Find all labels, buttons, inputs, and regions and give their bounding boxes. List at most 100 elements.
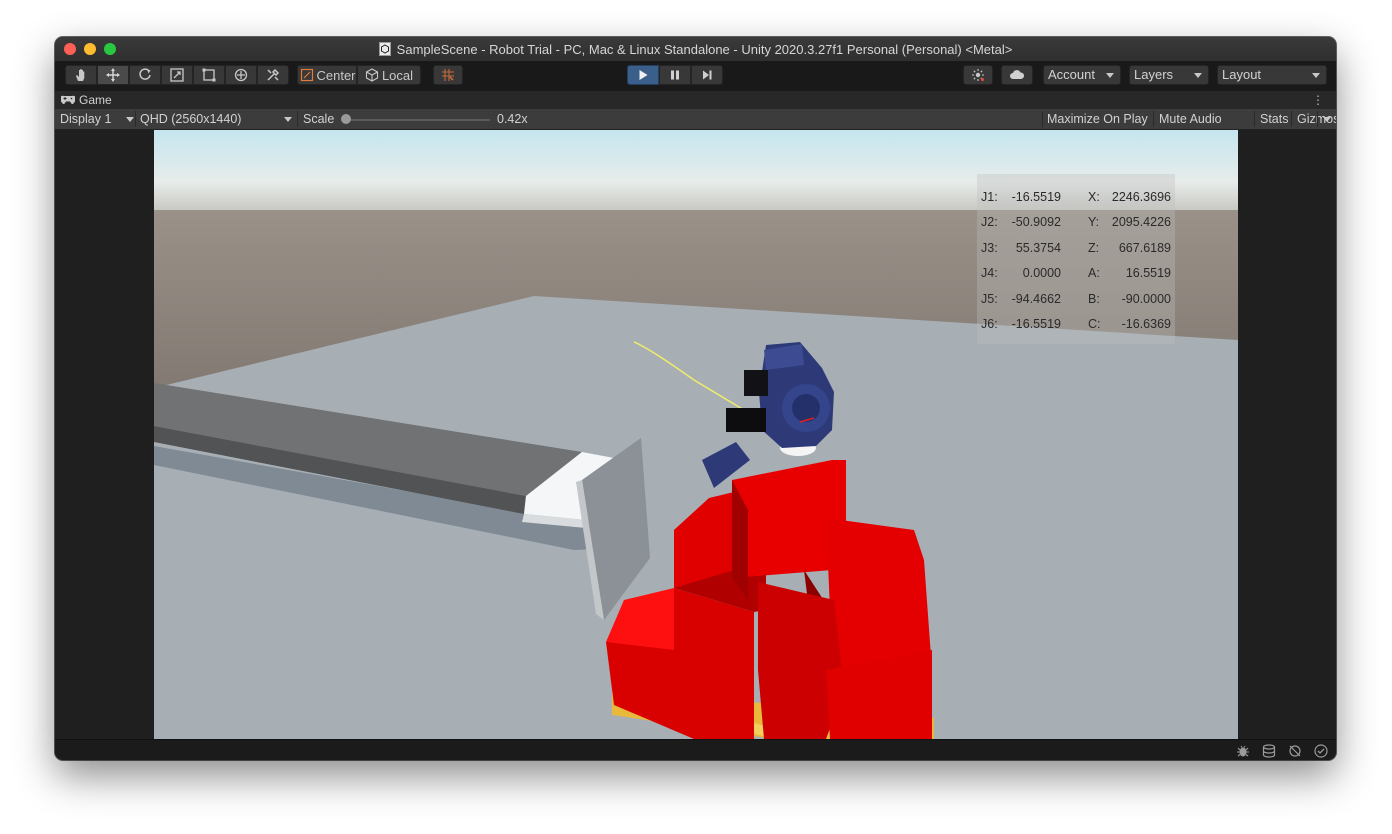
pivot-rotation-label: Local bbox=[381, 67, 414, 83]
robot-joint bbox=[792, 394, 820, 422]
game-view[interactable]: J1: -16.5519 X: 2246.3696 J2: -50.9092 Y… bbox=[55, 130, 1336, 739]
divider bbox=[1254, 111, 1255, 127]
layers-label: Layers bbox=[1134, 67, 1174, 82]
divider bbox=[135, 111, 136, 127]
joint-label: J3: bbox=[981, 241, 998, 255]
transform-icon bbox=[234, 68, 248, 82]
scale-value: 0.42x bbox=[497, 112, 528, 126]
pivot-mode-toggle[interactable]: Center bbox=[297, 65, 357, 85]
main-toolbar: Center Local Account Layers Layout bbox=[55, 61, 1336, 91]
title-container: SampleScene - Robot Trial - PC, Mac & Li… bbox=[55, 37, 1336, 61]
gizmos-dropdown-icon[interactable] bbox=[1323, 117, 1331, 122]
cloud-button[interactable] bbox=[1001, 65, 1033, 85]
pivot-center-icon bbox=[301, 68, 314, 82]
pause-icon bbox=[671, 70, 679, 80]
step-icon bbox=[703, 70, 712, 80]
cartesian-value: -90.0000 bbox=[1121, 292, 1171, 306]
pause-button[interactable] bbox=[659, 65, 691, 85]
transform-tool-button[interactable] bbox=[225, 65, 257, 85]
readout-row: J5: -94.4662 B: -90.0000 bbox=[977, 292, 1175, 308]
pivot-rotation-toggle[interactable]: Local bbox=[357, 65, 421, 85]
cartesian-label: X: bbox=[1088, 190, 1100, 204]
cartesian-label: B: bbox=[1088, 292, 1100, 306]
cartesian-label: Y: bbox=[1088, 215, 1100, 229]
custom-tool-icon bbox=[267, 68, 280, 81]
rect-tool-button[interactable] bbox=[193, 65, 225, 85]
robot-gripper bbox=[726, 408, 766, 432]
joint-value: 0.0000 bbox=[1022, 266, 1061, 280]
rotate-tool-button[interactable] bbox=[129, 65, 161, 85]
grid-snap-button[interactable] bbox=[433, 65, 463, 85]
grid-snap-icon bbox=[442, 69, 454, 81]
chevron-down-icon bbox=[284, 117, 292, 122]
collab-button[interactable] bbox=[963, 65, 993, 85]
status-bar bbox=[55, 739, 1336, 760]
joint-value: 55.3754 bbox=[1015, 241, 1061, 255]
move-tool-button[interactable] bbox=[97, 65, 129, 85]
cube-icon bbox=[365, 68, 379, 82]
maximize-on-play-toggle[interactable]: Maximize On Play bbox=[1047, 109, 1148, 129]
rotate-icon bbox=[139, 68, 151, 80]
display-dropdown[interactable]: Display 1 bbox=[60, 109, 134, 129]
layout-label: Layout bbox=[1222, 67, 1262, 82]
progress-check-icon[interactable] bbox=[1313, 743, 1329, 759]
gamepad-icon bbox=[61, 95, 75, 104]
readout-row: J1: -16.5519 X: 2246.3696 bbox=[977, 190, 1175, 206]
rect-icon bbox=[202, 68, 216, 82]
joint-value: -94.4662 bbox=[1011, 292, 1061, 306]
cartesian-value: 667.6189 bbox=[1118, 241, 1171, 255]
chevron-down-icon bbox=[126, 117, 134, 122]
account-label: Account bbox=[1048, 67, 1095, 82]
chevron-down-icon bbox=[1312, 73, 1320, 78]
divider bbox=[1291, 111, 1292, 127]
cartesian-value: -16.6369 bbox=[1121, 317, 1171, 331]
scale-slider-handle[interactable] bbox=[341, 114, 351, 124]
game-tab-bar: Game ⋮ bbox=[55, 91, 1336, 109]
joint-label: J6: bbox=[981, 317, 998, 331]
stats-toggle[interactable]: Stats bbox=[1260, 109, 1289, 129]
collab-icon bbox=[972, 69, 985, 82]
cartesian-value: 2095.4226 bbox=[1111, 215, 1171, 229]
unity-document-icon bbox=[378, 42, 391, 56]
divider bbox=[1153, 111, 1154, 127]
joint-label: J4: bbox=[981, 266, 998, 280]
tab-game[interactable]: Game bbox=[61, 91, 112, 109]
display-label: Display 1 bbox=[60, 112, 112, 126]
play-icon bbox=[639, 70, 648, 80]
cache-server-icon[interactable] bbox=[1261, 743, 1277, 759]
readout-row: J4: 0.0000 A: 16.5519 bbox=[977, 266, 1175, 282]
readout-row: J6: -16.5519 C: -16.6369 bbox=[977, 317, 1175, 333]
layout-dropdown[interactable]: Layout bbox=[1217, 65, 1327, 85]
scale-tool-button[interactable] bbox=[161, 65, 193, 85]
cartesian-label: C: bbox=[1088, 317, 1101, 331]
pivot-mode-label: Center bbox=[316, 67, 356, 83]
account-dropdown[interactable]: Account bbox=[1043, 65, 1121, 85]
title-bar: SampleScene - Robot Trial - PC, Mac & Li… bbox=[55, 37, 1336, 62]
cartesian-label: A: bbox=[1088, 266, 1100, 280]
robot-coordinate-readout: J1: -16.5519 X: 2246.3696 J2: -50.9092 Y… bbox=[977, 174, 1175, 344]
step-button[interactable] bbox=[691, 65, 723, 85]
robot-gripper bbox=[744, 370, 768, 396]
readout-row: J3: 55.3754 Z: 667.6189 bbox=[977, 241, 1175, 257]
resolution-dropdown[interactable]: QHD (2560x1440) bbox=[140, 109, 295, 129]
chevron-down-icon bbox=[1106, 73, 1114, 78]
bug-icon[interactable] bbox=[1235, 743, 1251, 759]
readout-row: J2: -50.9092 Y: 2095.4226 bbox=[977, 215, 1175, 231]
mute-audio-toggle[interactable]: Mute Audio bbox=[1159, 109, 1222, 129]
scale-icon bbox=[170, 68, 184, 82]
game-options-bar: Display 1 QHD (2560x1440) Scale 0.42x Ma… bbox=[55, 109, 1336, 130]
unity-editor-window: SampleScene - Robot Trial - PC, Mac & Li… bbox=[55, 37, 1336, 760]
scale-label: Scale bbox=[303, 112, 335, 126]
joint-value: -50.9092 bbox=[1011, 215, 1061, 229]
window-title: SampleScene - Robot Trial - PC, Mac & Li… bbox=[396, 41, 1013, 57]
tab-game-label: Game bbox=[79, 93, 112, 107]
auto-generate-lighting-icon[interactable] bbox=[1287, 743, 1303, 759]
custom-tool-button[interactable] bbox=[257, 65, 289, 85]
play-button[interactable] bbox=[627, 65, 659, 85]
tab-menu-icon[interactable]: ⋮ bbox=[1312, 93, 1324, 107]
hand-tool-button[interactable] bbox=[65, 65, 97, 85]
layers-dropdown[interactable]: Layers bbox=[1129, 65, 1209, 85]
divider bbox=[1317, 111, 1318, 127]
scale-slider-track[interactable] bbox=[345, 119, 490, 121]
cartesian-value: 2246.3696 bbox=[1111, 190, 1171, 204]
